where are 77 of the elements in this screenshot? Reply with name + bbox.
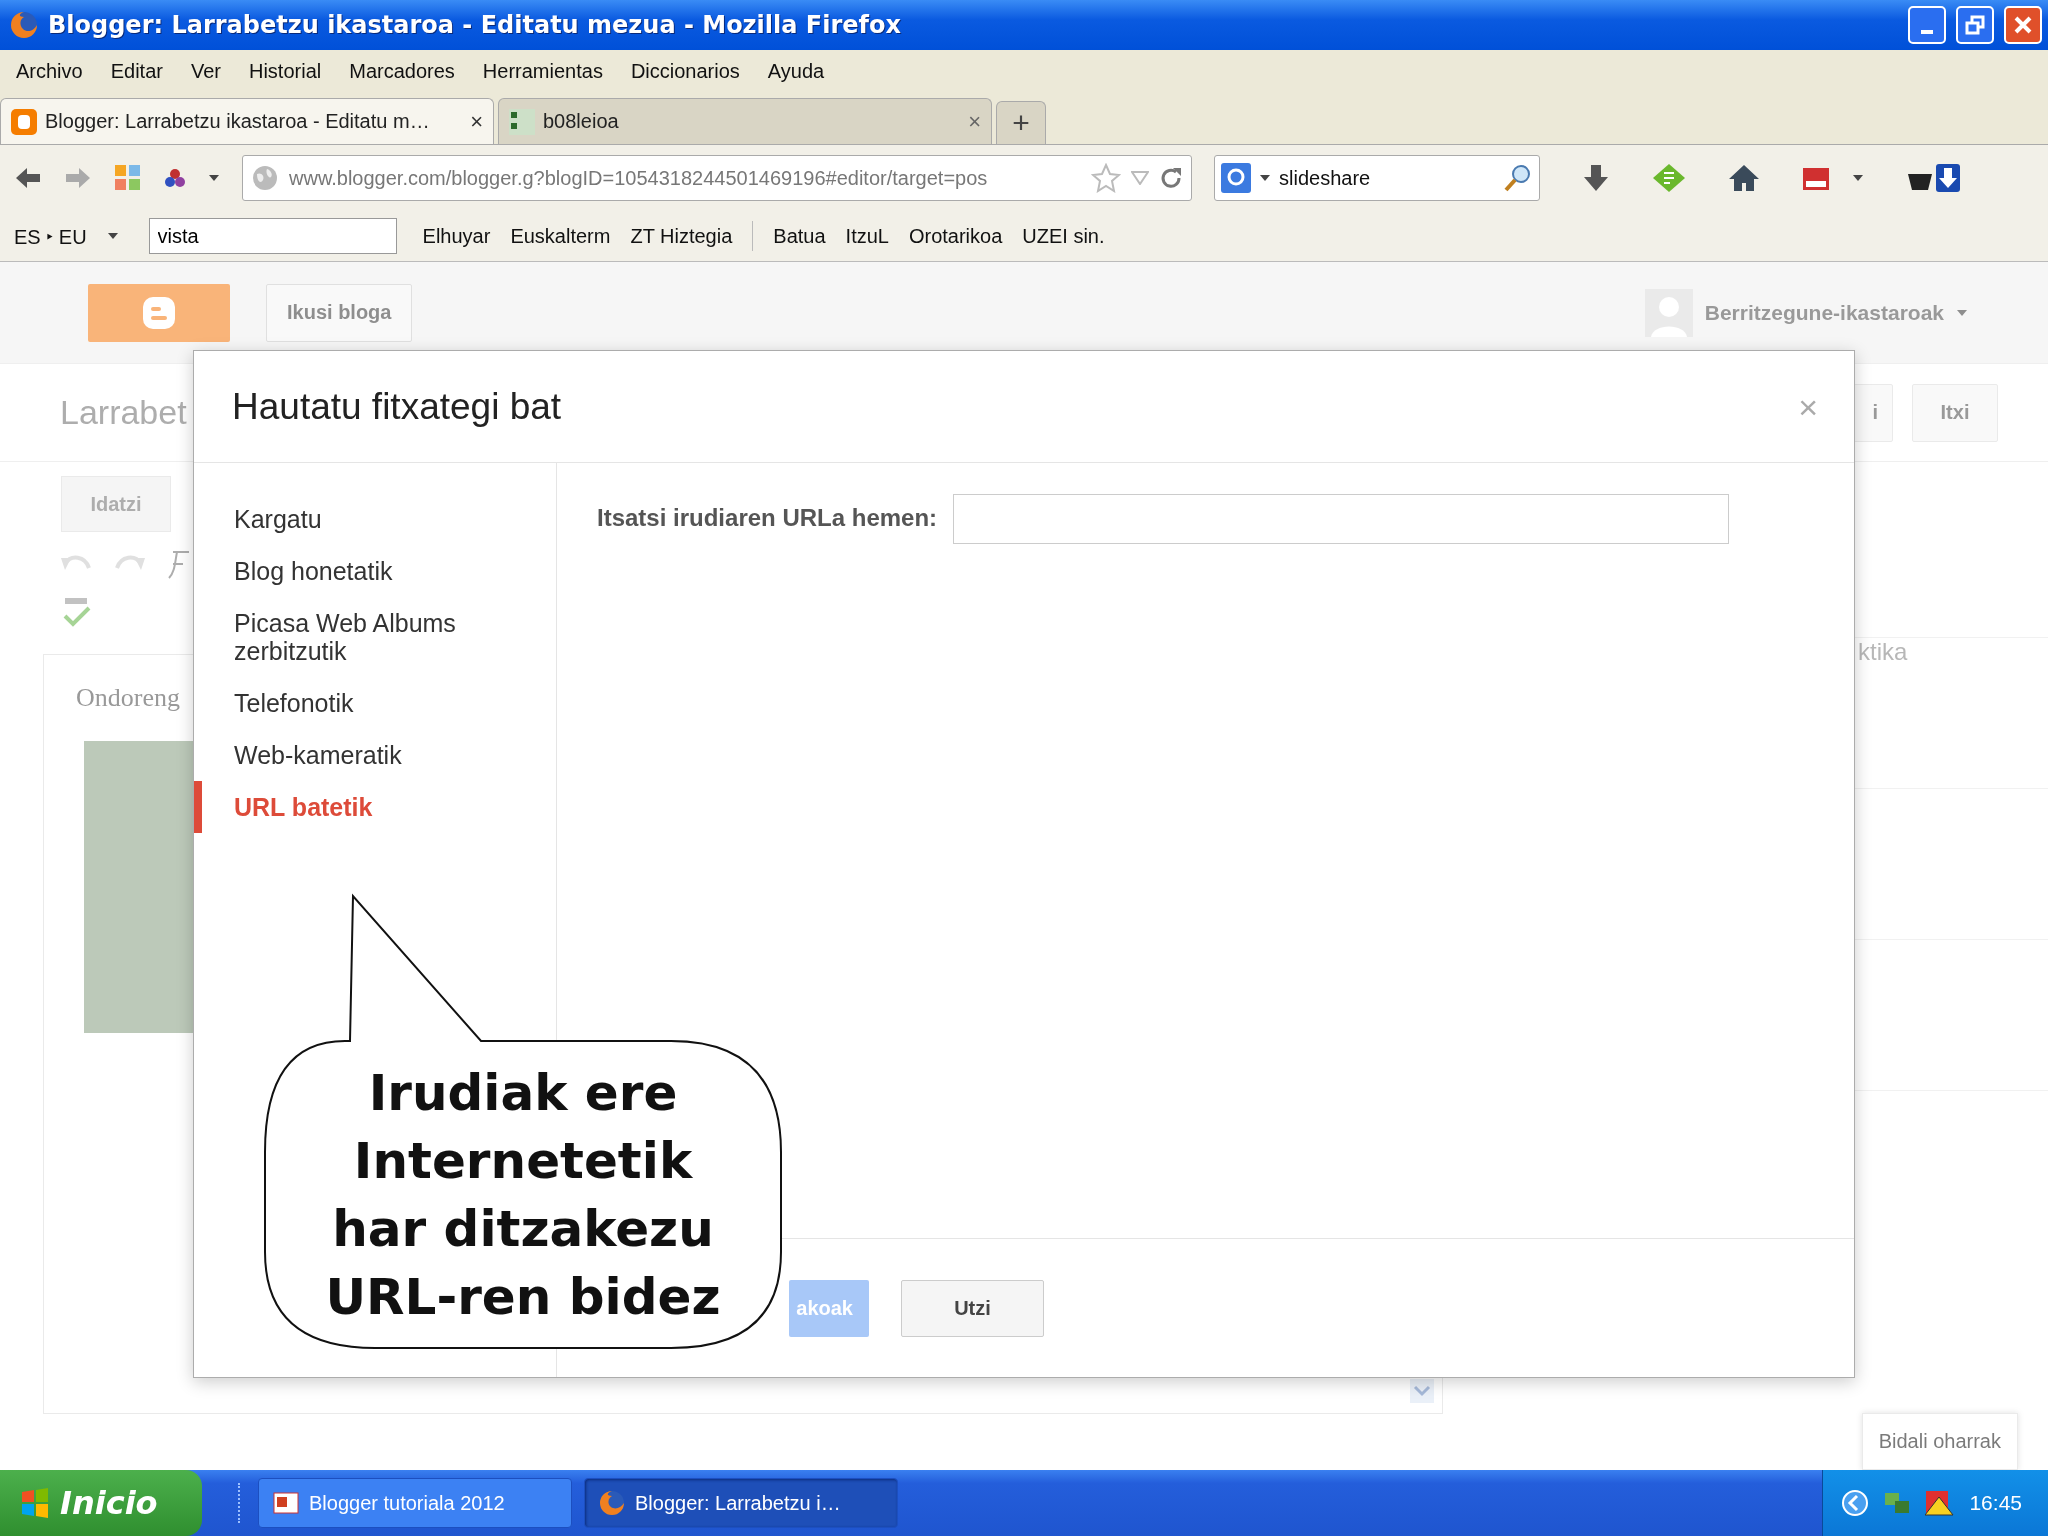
reload-icon[interactable] — [1159, 166, 1183, 190]
blog-title: Larrabet — [60, 393, 187, 432]
post-text: Ondoreng — [76, 683, 180, 713]
url-input[interactable] — [953, 494, 1730, 544]
browser-tab[interactable]: Blogger: Larrabetzu ikastaroa - Editatu m… × — [0, 98, 494, 144]
bookmark-link[interactable]: ItzuL — [845, 224, 889, 248]
menu-item[interactable]: Ver — [188, 59, 223, 83]
translate-field[interactable]: vista — [148, 218, 397, 254]
account-caret-icon[interactable] — [1956, 308, 1968, 317]
dialog-title: Hautatu fitxategi bat — [232, 385, 563, 428]
browser-tab[interactable]: b08leioa × — [498, 98, 992, 144]
google-icon — [1221, 163, 1251, 193]
restore-icon — [1965, 15, 1985, 35]
blogger-logo-icon — [141, 294, 177, 331]
bookmark-link[interactable]: UZEI sin. — [1022, 224, 1105, 248]
star-icon[interactable] — [1091, 163, 1121, 193]
dropdown-caret-icon[interactable] — [1852, 174, 1864, 182]
chevron-icon[interactable] — [1841, 1489, 1870, 1517]
minimize-icon — [1921, 30, 1933, 34]
windows-logo-icon — [20, 1488, 50, 1518]
source-item[interactable]: Telefonotik — [194, 677, 556, 729]
bookmark-link[interactable]: ZT Hiztegia — [630, 224, 733, 248]
source-item[interactable]: Web-kameratik — [194, 729, 556, 781]
address-bar[interactable]: www.blogger.com/blogger.g?blogID=1054318244501469196#editor/target=pos — [242, 155, 1192, 201]
window-title: Blogger: Larrabetzu ikastaroa - Editatu mezua - Mozilla Firefox — [48, 11, 902, 39]
blogger-icon — [11, 108, 37, 135]
source-item[interactable]: Picasa Web Albums zerbitzutik — [194, 597, 556, 677]
spellcheck-icon[interactable] — [61, 596, 93, 628]
bookmark-link[interactable]: Euskalterm — [510, 224, 611, 248]
minimize-button[interactable] — [1908, 6, 1946, 44]
source-item[interactable]: Blog honetatik — [194, 545, 556, 597]
dropdown-caret-icon[interactable] — [106, 232, 119, 240]
source-item[interactable]: Kargatu — [194, 493, 556, 545]
search-icon[interactable] — [1503, 163, 1533, 193]
tab-close-button[interactable]: × — [470, 108, 483, 135]
dots-icon[interactable] — [164, 168, 186, 188]
presentation-icon — [273, 1490, 299, 1516]
bookmark-link[interactable]: Elhuyar — [422, 224, 491, 248]
restore-button[interactable] — [1956, 6, 1994, 44]
page-thumbnail-icon — [509, 108, 535, 135]
apps-grid-icon[interactable] — [114, 164, 142, 192]
dropdown-caret-icon[interactable] — [208, 174, 220, 182]
sidebar-text: ktika — [1858, 638, 1908, 666]
close-button[interactable] — [2004, 6, 2042, 44]
menu-item[interactable]: Ayuda — [765, 59, 827, 83]
firefox-icon — [599, 1490, 625, 1516]
home-icon[interactable] — [1728, 163, 1760, 193]
feedback-button[interactable]: Bidali oharrak — [1861, 1413, 2018, 1470]
bag-download-icon[interactable] — [1906, 162, 1962, 194]
cancel-button[interactable]: Utzi — [901, 1279, 1044, 1337]
source-item[interactable]: URL batetik — [194, 781, 556, 833]
globe-icon — [251, 164, 279, 192]
bookmark-link[interactable]: Batua — [773, 224, 826, 248]
language-pair[interactable]: ES ‣ EU — [14, 222, 87, 250]
dropdown-caret-icon[interactable] — [1259, 174, 1271, 182]
taskbar-button[interactable]: Blogger: Larrabetzu i… — [584, 1478, 898, 1528]
close-icon — [2013, 15, 2033, 35]
download-icon[interactable] — [1582, 163, 1610, 193]
feed-icon[interactable] — [1652, 163, 1686, 193]
tab-close-button[interactable]: × — [968, 108, 981, 135]
taskbar-button[interactable]: Blogger tutoriala 2012 — [258, 1478, 572, 1528]
calendar-icon[interactable] — [1802, 165, 1830, 191]
new-tab-button[interactable]: + — [996, 101, 1046, 144]
callout-text: Irudiak ere Internetetik har ditzakezu URL-ren bidez — [325, 1062, 721, 1328]
bookmark-link[interactable]: Orotarikoa — [908, 224, 1003, 248]
url-label: Itsatsi irudiaren URLa hemen: — [597, 504, 938, 532]
search-field[interactable]: slideshare — [1214, 155, 1540, 201]
warning-icon[interactable] — [1925, 1489, 1956, 1517]
menu-item[interactable]: Historial — [247, 59, 324, 83]
menu-item[interactable]: Marcadores — [347, 59, 457, 83]
clock: 16:45 — [1969, 1491, 2022, 1515]
back-icon[interactable] — [14, 166, 42, 190]
menu-item[interactable]: Editar — [108, 59, 165, 83]
menu-item[interactable]: Archivo — [14, 59, 85, 83]
menu-item[interactable]: Diccionarios — [628, 59, 742, 83]
firefox-icon — [10, 11, 38, 39]
menu-item[interactable]: Herramientas — [480, 59, 605, 83]
